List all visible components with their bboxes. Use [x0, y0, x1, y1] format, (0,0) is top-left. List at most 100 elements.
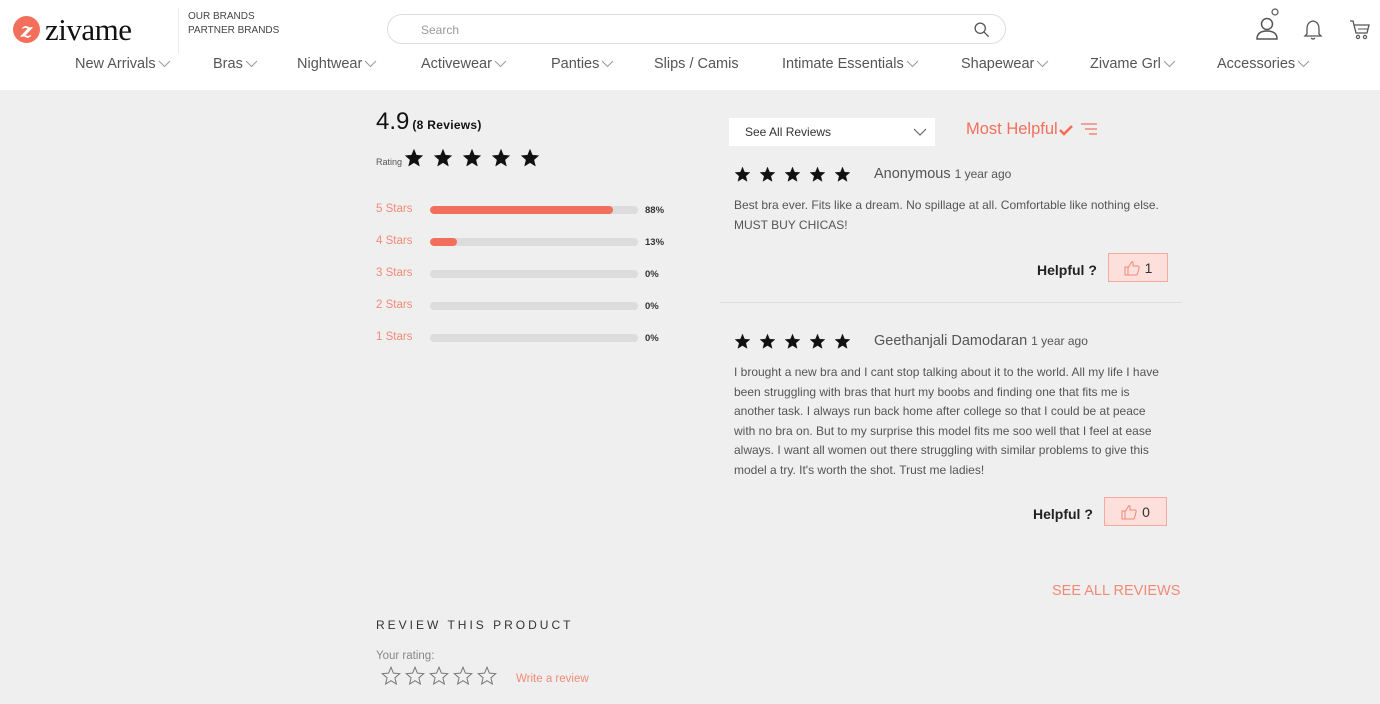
chevron-down-icon: [245, 60, 258, 68]
search-icon[interactable]: [973, 21, 990, 38]
nav-item-label: Activewear: [421, 56, 492, 72]
nav-item-zivame-grl[interactable]: Zivame Grl: [1090, 56, 1176, 72]
star-outline-icon[interactable]: [429, 666, 449, 686]
star-icon: [784, 166, 801, 182]
bar-fill: [430, 206, 614, 214]
star-icon: [809, 333, 826, 349]
helpful-button[interactable]: 0: [1104, 497, 1167, 526]
sort-label: Most Helpful: [966, 120, 1058, 138]
bar-percent: 0%: [645, 301, 659, 312]
bar-track: [430, 334, 638, 342]
star-outline-icon[interactable]: [381, 666, 401, 686]
your-rating-label: Your rating:: [376, 650, 435, 662]
reviewer: Geethanjali Damodaran 1 year ago: [874, 333, 1088, 349]
zivame-logo[interactable]: z zivame: [13, 14, 132, 45]
nav-item-accessories[interactable]: Accessories: [1217, 56, 1310, 72]
cart-icon[interactable]: [1349, 19, 1371, 41]
nav-item-intimate-essentials[interactable]: Intimate Essentials: [782, 56, 919, 72]
star-icon: [404, 148, 424, 167]
reviewer: Anonymous 1 year ago: [874, 166, 1011, 182]
bar-percent: 13%: [645, 237, 665, 248]
nav-item-label: Nightwear: [297, 56, 363, 72]
star-icon: [734, 166, 751, 182]
star-outline-icon[interactable]: [405, 666, 425, 686]
rating-bar-row[interactable]: 4 Stars 13%: [376, 234, 676, 250]
chevron-down-icon: [602, 60, 614, 68]
nav-item-label: Bras: [213, 56, 243, 72]
rating-bar-row[interactable]: 3 Stars 0%: [376, 266, 676, 282]
reviewer-name: Geethanjali Damodaran: [874, 333, 1028, 349]
review-filter-select[interactable]: See All Reviews: [729, 118, 935, 146]
rating-bar-row[interactable]: 1 Stars 0%: [376, 330, 676, 346]
nav-item-label: Slips / Camis: [654, 56, 739, 72]
category-nav: New Arrivals Bras Nightwear Activewear Panti…: [0, 56, 1380, 76]
average-value: 4.9: [376, 108, 410, 135]
check-icon: [1058, 124, 1073, 136]
bar-track: [430, 238, 638, 246]
sort-lines-icon: [1080, 122, 1097, 135]
review-product-heading: REVIEW THIS PRODUCT: [376, 618, 574, 632]
nav-item-activewear[interactable]: Activewear: [421, 56, 507, 72]
write-review-link[interactable]: Write a review: [516, 673, 589, 685]
nav-item-label: New Arrivals: [75, 56, 156, 72]
see-all-reviews-link[interactable]: SEE ALL REVIEWS: [1052, 583, 1180, 599]
chevron-down-icon: [906, 60, 919, 68]
star-icon: [834, 333, 851, 349]
bar-label: 3 Stars: [376, 267, 413, 279]
review-time: 1 year ago: [954, 167, 1012, 181]
bar-label: 5 Stars: [376, 203, 413, 215]
bar-track: [430, 206, 638, 214]
our-brands-link[interactable]: OUR BRANDS: [188, 10, 279, 24]
rating-summary: 4.9 (8 Reviews) Rating 5 Stars 88% 4 Stars 1…: [376, 108, 676, 344]
helpful-label: Helpful ?: [1033, 506, 1093, 522]
nav-item-nightwear[interactable]: Nightwear: [297, 56, 377, 72]
nav-item-label: Accessories: [1217, 56, 1296, 72]
user-icon[interactable]: [1254, 8, 1282, 42]
star-icon: [520, 148, 540, 167]
star-icon: [834, 166, 851, 182]
rating-stars-row: Rating: [376, 148, 549, 168]
bar-track: [430, 302, 638, 310]
bell-icon[interactable]: [1303, 19, 1323, 41]
review-time: 1 year ago: [1031, 334, 1088, 348]
search-input[interactable]: [421, 21, 961, 38]
review-body: I brought a new bra and I cant stop talk…: [734, 365, 1159, 477]
sort-most-helpful[interactable]: Most Helpful: [966, 120, 1099, 139]
nav-item-label: Shapewear: [961, 56, 1035, 72]
your-rating-stars: [381, 666, 501, 686]
brands-menu: OUR BRANDS PARTNER BRANDS: [188, 10, 279, 38]
nav-item-shapewear[interactable]: Shapewear: [961, 56, 1049, 72]
helpful-label: Helpful ?: [1037, 262, 1097, 278]
bar-percent: 0%: [645, 269, 659, 280]
review-body: Best bra ever. Fits like a dream. No spi…: [734, 198, 1159, 232]
nav-item-label: Intimate Essentials: [782, 56, 904, 72]
rating-bar-row[interactable]: 2 Stars 0%: [376, 298, 676, 314]
chevron-down-icon: [1037, 60, 1049, 68]
search-bar: [387, 14, 1006, 44]
star-icon: [759, 333, 776, 349]
chevron-down-icon: [1297, 60, 1310, 68]
header-divider: [178, 8, 179, 54]
thumbs-up-icon: [1124, 260, 1140, 275]
star-outline-icon[interactable]: [453, 666, 473, 686]
review-count: (8 Reviews): [412, 118, 482, 132]
bar-label: 4 Stars: [376, 235, 413, 247]
nav-item-bras[interactable]: Bras: [213, 56, 258, 72]
chevron-down-icon: [1163, 60, 1176, 68]
bar-percent: 88%: [645, 205, 665, 216]
star-icon: [759, 166, 776, 182]
partner-brands-link[interactable]: PARTNER BRANDS: [188, 24, 279, 38]
bar-track: [430, 270, 638, 278]
star-icon: [734, 333, 751, 349]
nav-item-panties[interactable]: Panties: [551, 56, 614, 72]
helpful-button[interactable]: 1: [1108, 253, 1168, 282]
rating-label: Rating: [376, 157, 403, 167]
rating-bar-row[interactable]: 5 Stars 88%: [376, 202, 676, 218]
nav-item-new-arrivals[interactable]: New Arrivals: [75, 56, 171, 72]
thumbs-up-icon: [1121, 504, 1137, 519]
review-separator: [720, 302, 1182, 303]
nav-item-slips-camis[interactable]: Slips / Camis: [654, 56, 739, 72]
site-header: z zivame OUR BRANDS PARTNER BRANDS New A…: [0, 0, 1380, 90]
star-outline-icon[interactable]: [477, 666, 497, 686]
helpful-count: 0: [1142, 503, 1150, 520]
